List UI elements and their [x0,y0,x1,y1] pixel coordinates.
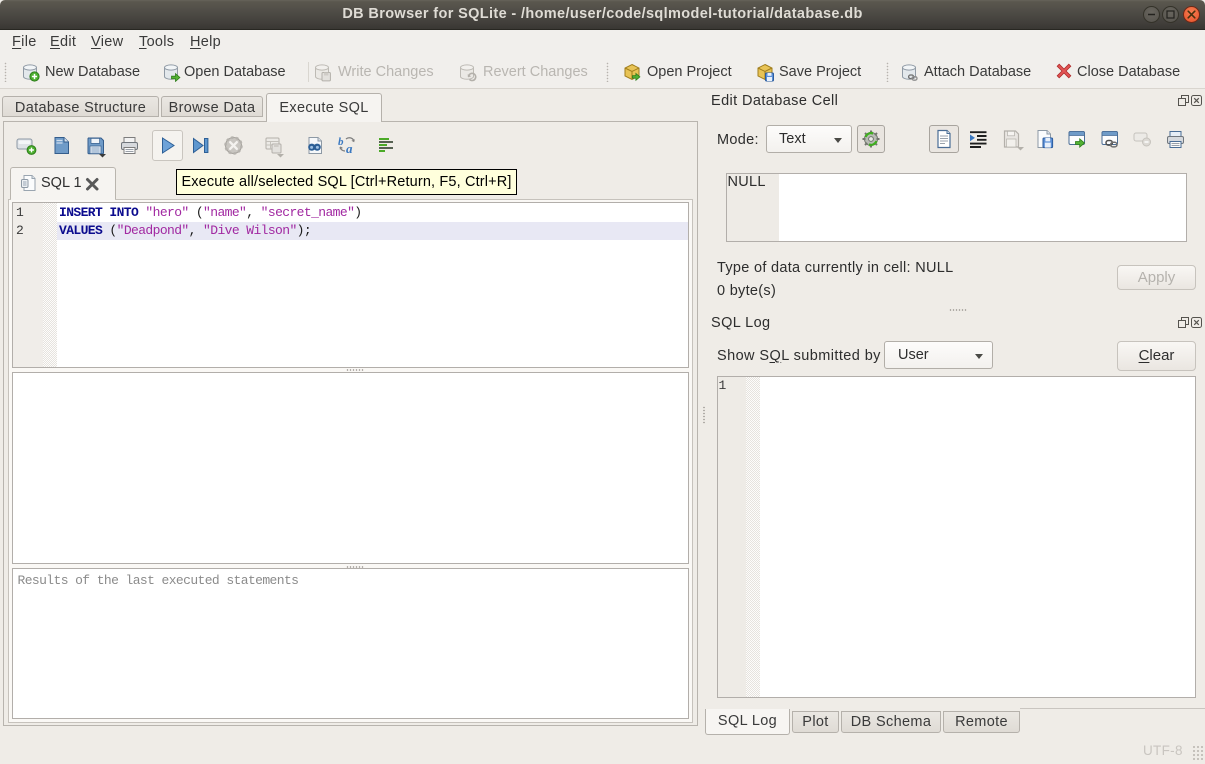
svg-text:a: a [346,141,353,156]
svg-text:b: b [338,136,344,148]
